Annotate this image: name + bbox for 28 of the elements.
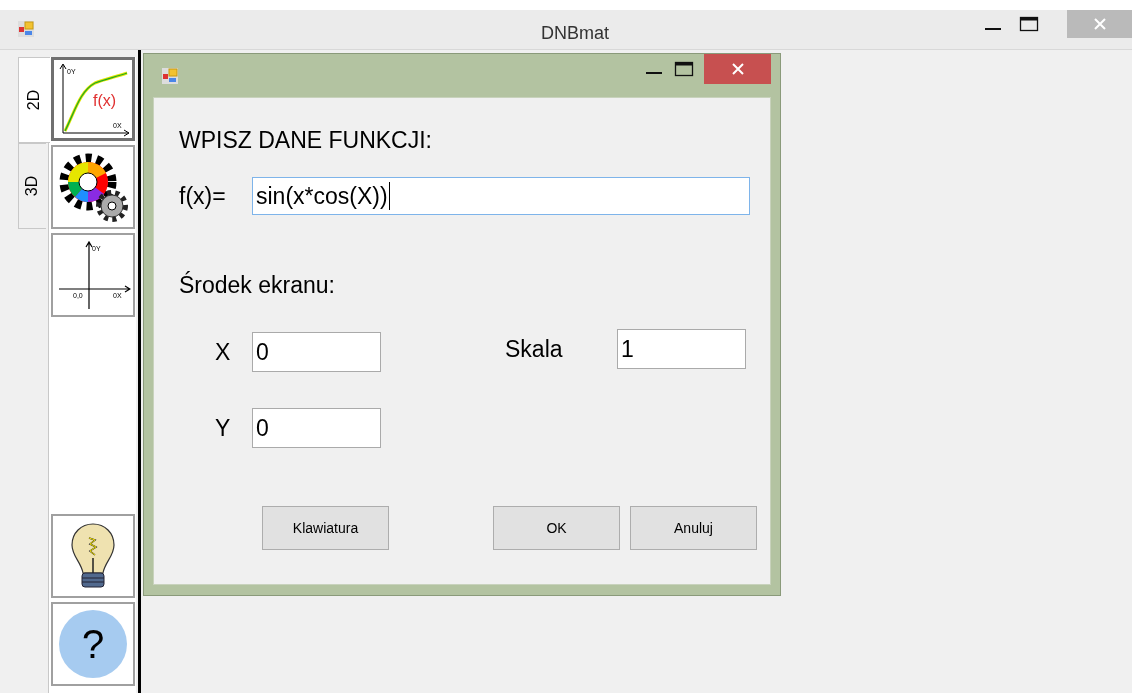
function-field[interactable]: sin(x*cos(X)) — [252, 177, 750, 215]
dialog-button[interactable]: Anuluj — [630, 506, 757, 550]
close-icon — [1093, 18, 1106, 30]
text-cursor — [388, 182, 390, 210]
close-icon — [731, 63, 744, 75]
field-label: f(x)= — [179, 181, 227, 211]
input-field[interactable]: 0 — [252, 408, 381, 448]
section-heading: Środek ekranu: — [179, 270, 336, 298]
minimize-icon — [985, 28, 1001, 30]
close-button[interactable] — [704, 54, 771, 84]
tool-button[interactable] — [50, 514, 135, 598]
maximize-icon — [1019, 16, 1039, 32]
input-field[interactable]: 0 — [252, 332, 381, 372]
dialog-button[interactable]: Klawiatura — [262, 506, 389, 550]
maximize-icon — [674, 61, 694, 77]
dialog-button[interactable]: OK — [493, 506, 620, 550]
form-heading: WPISZ DANE FUNKCJI: — [179, 126, 433, 153]
field-label: X — [215, 337, 232, 367]
minimize-icon — [646, 72, 662, 74]
tab[interactable]: 2D — [18, 57, 50, 143]
tool-button[interactable] — [50, 145, 135, 229]
window-title: DNBmat — [540, 22, 610, 45]
input-field[interactable]: 1 — [617, 329, 746, 369]
tab[interactable]: 3D — [18, 143, 46, 229]
field-label: Skala — [505, 334, 564, 364]
app-icon — [162, 68, 178, 84]
app-icon — [18, 21, 34, 37]
field-label: Y — [215, 413, 232, 443]
